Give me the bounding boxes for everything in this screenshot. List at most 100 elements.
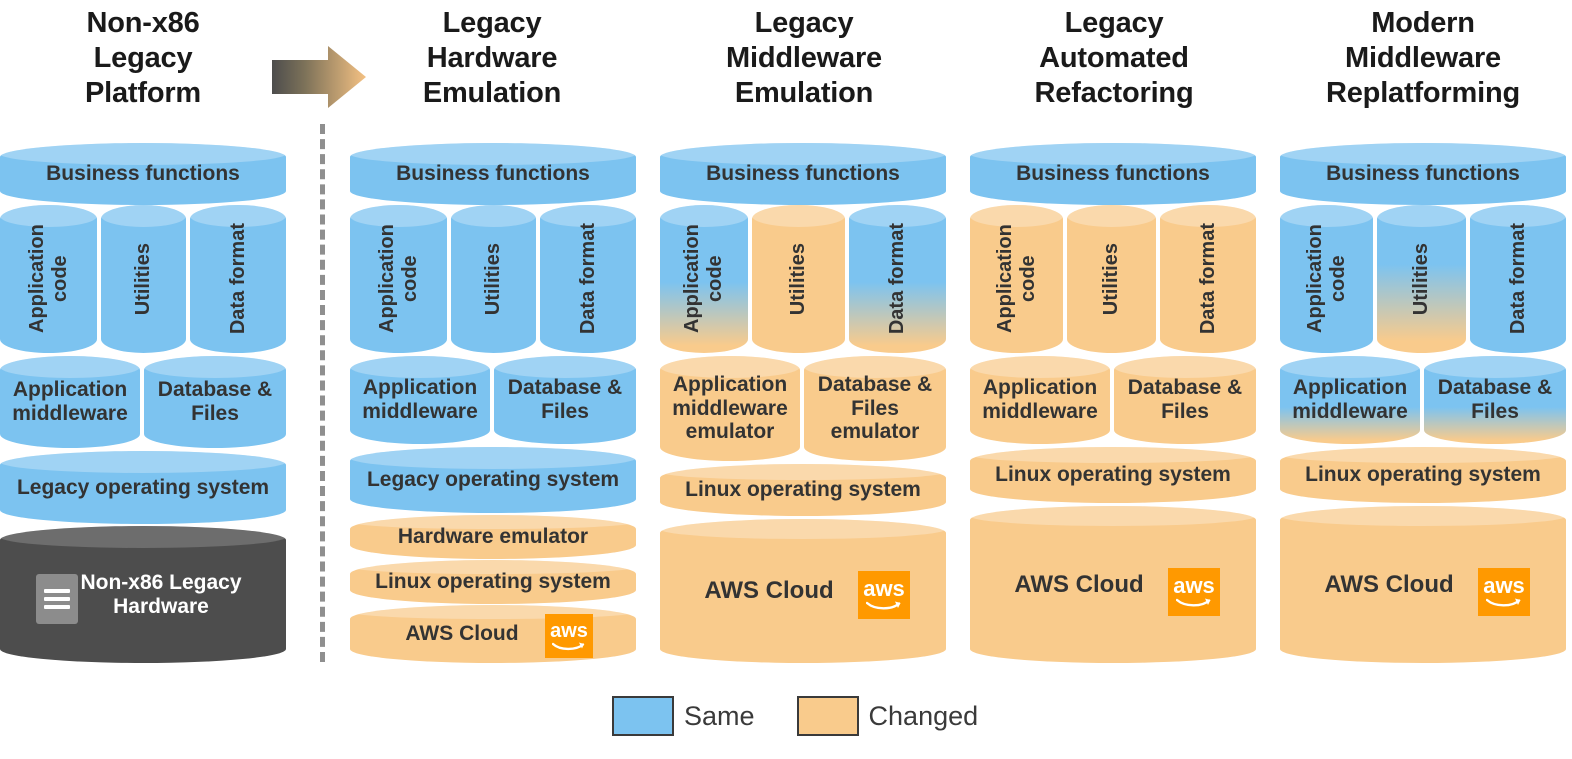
server-hardware-icon: [36, 574, 78, 624]
layer-non-x86-legacy-hardware[interactable]: Non-x86 Legacy Hardware: [0, 526, 286, 663]
layer-business-functions[interactable]: Business functions: [350, 143, 636, 205]
layer-business-functions[interactable]: Business functions: [660, 143, 946, 205]
layer-application-middleware[interactable]: Application middleware: [350, 356, 490, 444]
layer-linux-operating-system[interactable]: Linux operating system: [660, 464, 946, 516]
stack-legacy-automated-refactoring: Business functions Application code Util…: [970, 143, 1256, 663]
layer-label: Hardware emulator: [397, 525, 589, 549]
layer-label: Linux operating system: [375, 570, 611, 594]
layer-database-files-emulator[interactable]: Database & Files emulator: [804, 356, 946, 461]
layer-application-middleware-emulator[interactable]: Application middleware emulator: [660, 356, 800, 461]
diagram-canvas: Non-x86 Legacy Platform Legacy Hardware …: [0, 0, 1572, 759]
cylinder-cap: [144, 356, 286, 378]
layer-label: Database & Files: [1437, 376, 1553, 423]
column-title-modern-middleware-replatforming: Modern Middleware Replatforming: [1278, 6, 1568, 111]
layer-utilities[interactable]: Utilities: [451, 205, 536, 353]
cylinder-cap: [350, 605, 636, 619]
aws-logo-icon: aws: [1168, 568, 1220, 616]
layer-linux-operating-system[interactable]: Linux operating system: [1280, 447, 1566, 503]
layer-application-code[interactable]: Application code: [660, 205, 748, 353]
layer-application-middleware[interactable]: Application middleware: [970, 356, 1110, 444]
layer-application-code[interactable]: Application code: [0, 205, 97, 353]
layer-database-files[interactable]: Database & Files: [1114, 356, 1256, 444]
layer-business-functions[interactable]: Business functions: [0, 143, 286, 205]
layer-database-files[interactable]: Database & Files: [494, 356, 636, 444]
layer-label: Business functions: [1016, 162, 1210, 186]
layer-business-functions[interactable]: Business functions: [1280, 143, 1566, 205]
aws-logo-icon: aws: [545, 614, 593, 658]
layer-linux-operating-system[interactable]: Linux operating system: [350, 560, 636, 604]
title-line: Legacy: [442, 7, 542, 39]
layer-application-code[interactable]: Application code: [350, 205, 447, 353]
layer-utilities[interactable]: Utilities: [752, 205, 845, 353]
cylinder-cap: [970, 447, 1256, 463]
layer-utilities[interactable]: Utilities: [1067, 205, 1156, 353]
cylinder-cap: [1424, 356, 1566, 378]
cylinder-cap: [1114, 356, 1256, 378]
layer-data-format[interactable]: Data format: [190, 205, 286, 353]
layer-label: Linux operating system: [685, 478, 921, 502]
layer-label: Legacy operating system: [366, 468, 620, 492]
layer-application-code[interactable]: Application code: [1280, 205, 1373, 353]
aws-wordmark: aws: [1483, 573, 1525, 598]
title-line: Automated: [1039, 42, 1189, 74]
cylinder-cap: [1280, 506, 1566, 526]
layer-label: Linux operating system: [1305, 463, 1541, 487]
layer-label: Utilities: [132, 242, 155, 316]
layer-aws-cloud[interactable]: AWS Cloud aws: [970, 506, 1256, 663]
cylinder-cap: [0, 526, 286, 548]
layer-label: Application middleware: [12, 378, 128, 425]
layer-legacy-operating-system[interactable]: Legacy operating system: [0, 451, 286, 524]
cylinder-cap: [752, 205, 845, 227]
layer-label: Data format: [1506, 223, 1529, 335]
layer-label: AWS Cloud: [1014, 570, 1144, 598]
stack-non-x86-legacy-platform: Business functions Application code Util…: [0, 143, 286, 663]
cylinder-cap: [1067, 205, 1156, 227]
aws-smile-icon: [1176, 598, 1211, 607]
cylinder-cap: [1280, 356, 1420, 378]
layer-utilities[interactable]: Utilities: [1377, 205, 1466, 353]
title-line: Refactoring: [1034, 77, 1194, 109]
cylinder-cap: [1377, 205, 1466, 227]
migration-arrow-icon: [272, 46, 366, 108]
layer-aws-cloud[interactable]: AWS Cloud aws: [350, 605, 636, 663]
layer-label: Application middleware emulator: [672, 372, 788, 444]
layer-legacy-operating-system[interactable]: Legacy operating system: [350, 447, 636, 513]
title-line: Replatforming: [1326, 77, 1520, 109]
layer-label: Business functions: [1326, 162, 1520, 186]
layer-application-middleware[interactable]: Application middleware: [1280, 356, 1420, 444]
layer-label: Utilities: [482, 242, 505, 316]
stack-modern-middleware-replatforming: Business functions Application code Util…: [1280, 143, 1566, 663]
layer-label: Database & Files: [157, 378, 273, 425]
layer-data-format[interactable]: Data format: [540, 205, 636, 353]
layer-application-middleware[interactable]: Application middleware: [0, 356, 140, 448]
layer-label: Application middleware: [1292, 376, 1408, 423]
layer-utilities[interactable]: Utilities: [101, 205, 186, 353]
layer-database-files[interactable]: Database & Files: [144, 356, 286, 448]
title-line: Hardware: [426, 42, 558, 74]
layer-business-functions[interactable]: Business functions: [970, 143, 1256, 205]
layer-hardware-emulator[interactable]: Hardware emulator: [350, 515, 636, 559]
layer-label: Utilities: [1100, 242, 1123, 316]
layer-aws-cloud[interactable]: AWS Cloud aws: [1280, 506, 1566, 663]
layer-database-files[interactable]: Database & Files: [1424, 356, 1566, 444]
title-line: Middleware: [1345, 42, 1501, 74]
legend-swatch-same: [612, 696, 674, 736]
dashed-separator: [320, 124, 325, 662]
column-title-legacy-middleware-emulation: Legacy Middleware Emulation: [660, 6, 948, 111]
title-line: Platform: [84, 77, 202, 109]
layer-data-format[interactable]: Data format: [1160, 205, 1256, 353]
layer-data-format[interactable]: Data format: [1470, 205, 1566, 353]
layer-linux-operating-system[interactable]: Linux operating system: [970, 447, 1256, 503]
layer-aws-cloud[interactable]: AWS Cloud aws: [660, 519, 946, 663]
cylinder-cap: [0, 451, 286, 473]
layer-application-code[interactable]: Application code: [970, 205, 1063, 353]
title-line: Emulation: [734, 77, 874, 109]
cylinder-cap: [350, 356, 490, 378]
layer-label: Application middleware: [982, 376, 1098, 423]
cylinder-cap: [101, 205, 186, 227]
layer-data-format[interactable]: Data format: [849, 205, 946, 353]
layer-label: Application code: [1303, 224, 1349, 334]
aws-logo-icon: aws: [858, 571, 910, 619]
title-line: Middleware: [726, 42, 882, 74]
stack-legacy-middleware-emulation: Business functions Application code Util…: [660, 143, 946, 663]
